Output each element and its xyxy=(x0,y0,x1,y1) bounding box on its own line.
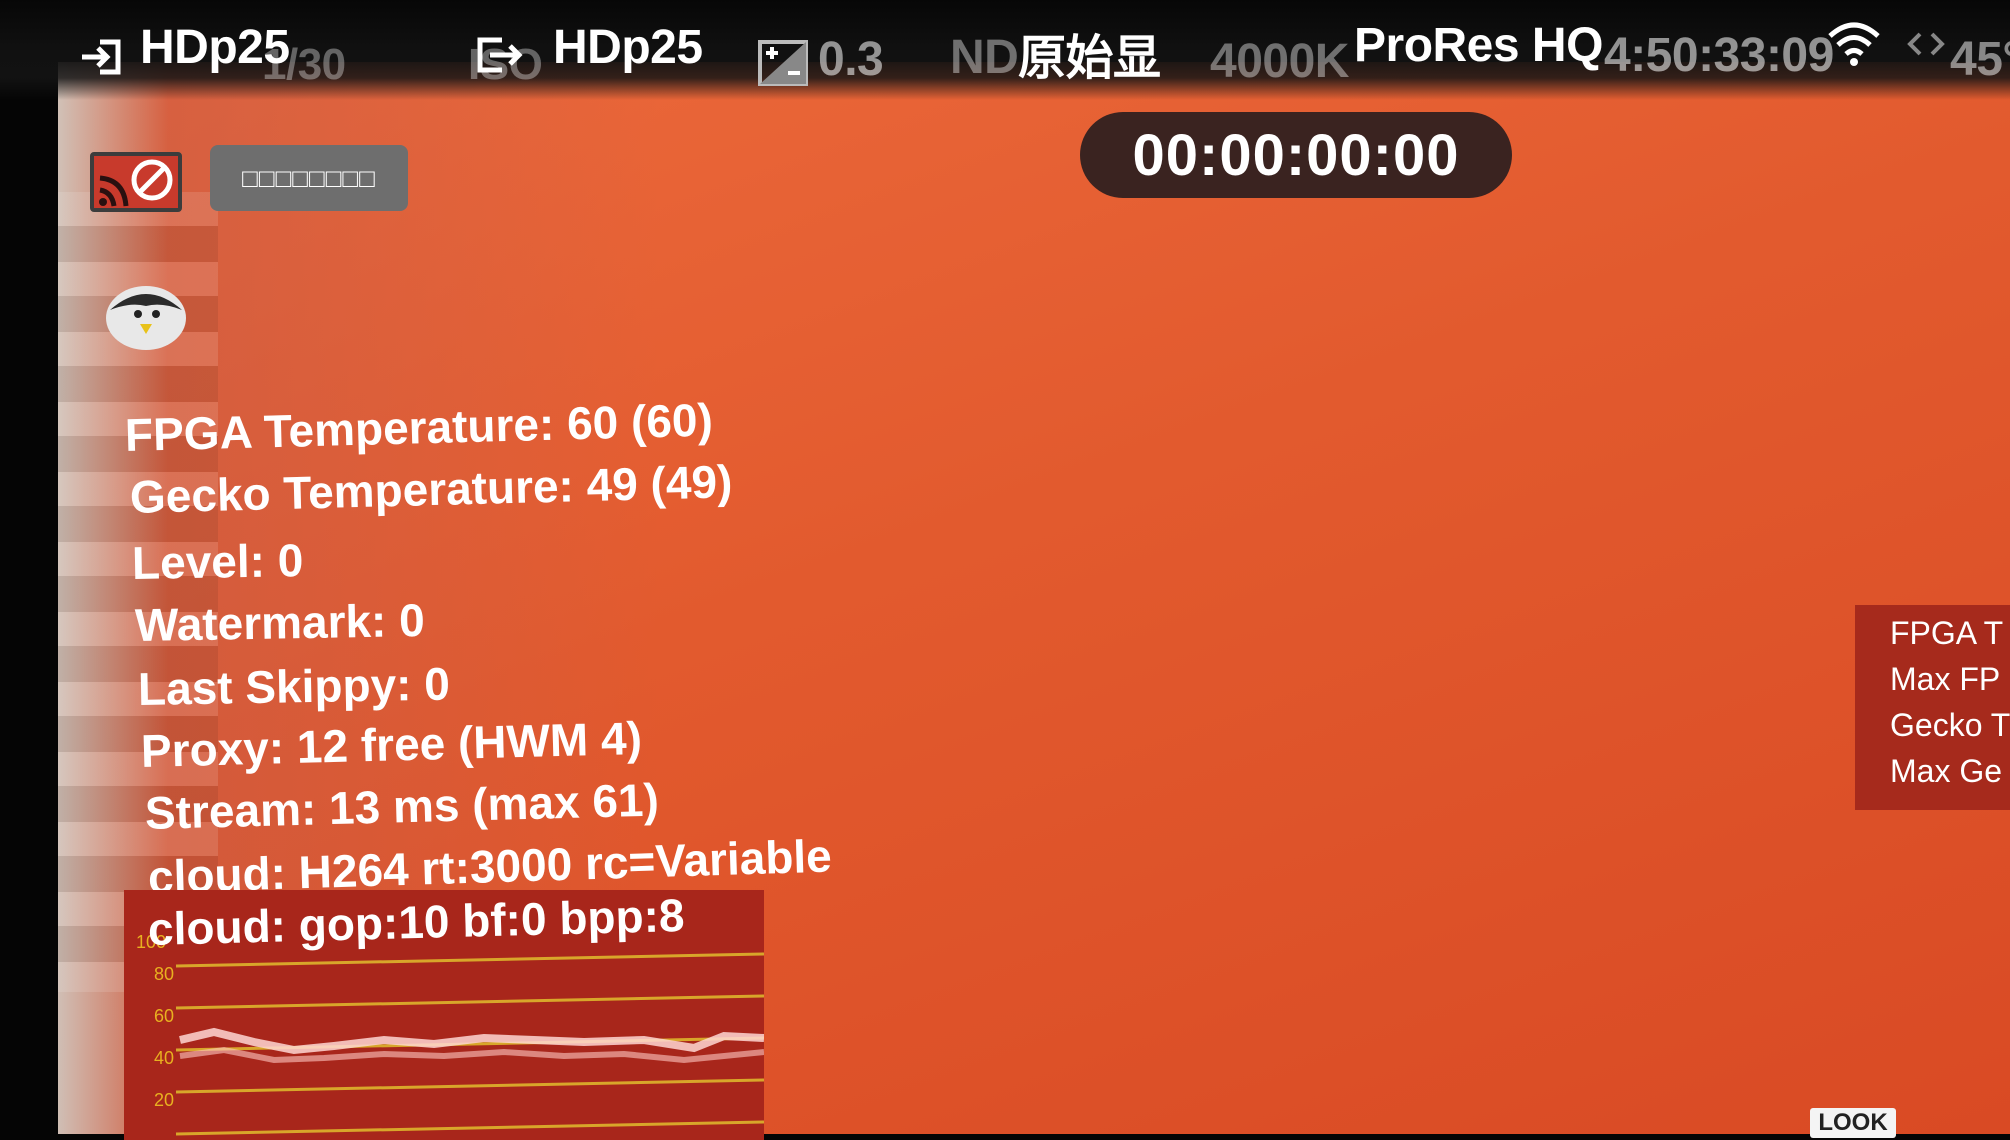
timecode-display[interactable]: 00:00:00:00 xyxy=(1080,112,1512,198)
output-icon xyxy=(477,37,523,73)
status-bar: HDp25 1/30 ISO HDp25 0.3 ND 原始显 4000K Pr… xyxy=(0,0,2010,100)
temperature-side-panel: FPGA T Max FP Gecko T Max Ge xyxy=(1855,605,2010,810)
tag-button[interactable]: □□□□□□□□ xyxy=(210,145,408,211)
graph-y-label-40: 40 xyxy=(154,1048,175,1068)
exposure-icon xyxy=(758,40,808,86)
input-icon xyxy=(82,39,121,75)
stat-watermark: Watermark: 0 xyxy=(134,593,426,651)
lut-label[interactable]: 原始显 xyxy=(1018,18,1161,88)
timecode-small: 4:50:33:09 xyxy=(1604,29,1834,82)
cast-disabled-button[interactable] xyxy=(90,152,182,212)
graph-y-label-80: 80 xyxy=(154,964,175,984)
cast-off-icon xyxy=(99,159,173,207)
output-format[interactable]: HDp25 xyxy=(553,20,703,75)
graph-y-label-20: 20 xyxy=(154,1090,175,1110)
stat-level: Level: 0 xyxy=(131,534,304,589)
side-panel-line-4: Max Ge xyxy=(1890,753,2003,789)
side-panel-line-2: Max FP xyxy=(1890,661,2001,697)
codec-label[interactable]: ProRes HQ xyxy=(1354,18,1603,73)
shutter-ghost-text: 1/30 xyxy=(262,40,346,89)
side-panel-line-3: Gecko T xyxy=(1890,707,2010,743)
exposure-value[interactable]: 0.3 xyxy=(818,32,884,87)
temperature-readout: 45°C xyxy=(1950,33,2010,86)
nd-label[interactable]: ND xyxy=(950,30,1019,85)
stat-last-skippy: Last Skippy: 0 xyxy=(137,657,451,715)
white-balance[interactable]: 4000K xyxy=(1210,34,1349,89)
graph-y-label-60: 60 xyxy=(154,1006,175,1026)
link-arrows-icon xyxy=(1907,32,1945,56)
side-panel-line-1: FPGA T xyxy=(1890,615,2004,651)
wifi-icon[interactable] xyxy=(1826,20,1882,68)
penguin-mascot-icon xyxy=(106,286,186,350)
performance-graph: 100 80 60 40 20 cloud: gop:10 bf:0 bpp:8 xyxy=(124,889,764,1140)
